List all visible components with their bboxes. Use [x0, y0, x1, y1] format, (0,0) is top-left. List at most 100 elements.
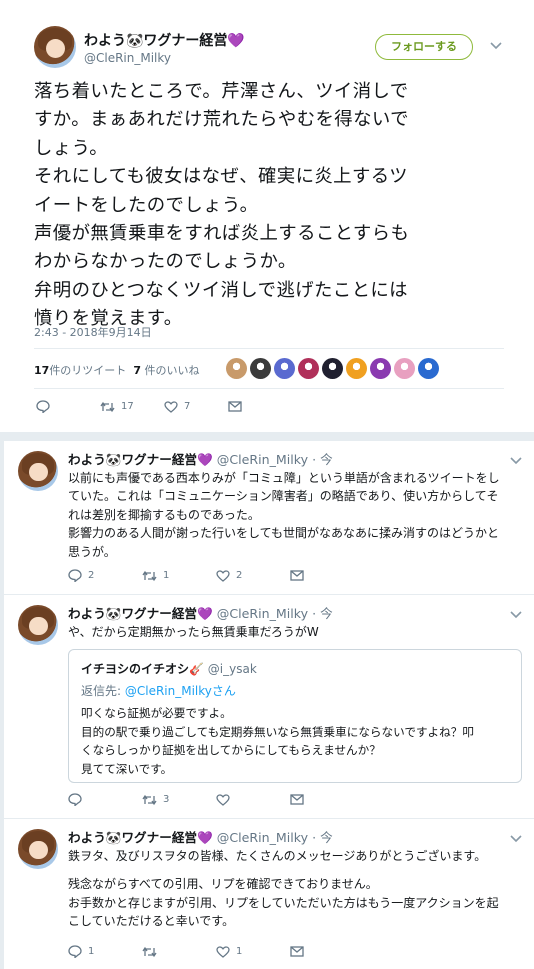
retweet-button[interactable]: 17	[100, 401, 164, 413]
main-tweet: わよう🐼ワグナー経営💜 @CleRin_Milky フォローする 落ち着いたとこ…	[0, 0, 534, 432]
heart-icon	[216, 793, 230, 806]
dm-button[interactable]	[290, 946, 304, 957]
tweet-line: 以前にも声優である西本りみが「コミュ障」という単語が含まれるツイートをし	[68, 471, 500, 485]
chevron-down-icon[interactable]	[490, 40, 502, 53]
liker-avatar[interactable]	[250, 358, 271, 379]
tweet-time[interactable]: · 今	[312, 606, 333, 621]
tweet-line: 弁明のひとつなくツイ消しで逃げたことには	[34, 279, 408, 301]
reply-button[interactable]	[68, 793, 142, 806]
reply-icon	[68, 793, 82, 806]
avatar[interactable]	[18, 451, 58, 491]
quoted-line: 見てて深いです。	[81, 761, 173, 776]
retweet-button[interactable]	[142, 946, 216, 958]
retweet-button[interactable]: 3	[142, 794, 216, 806]
like-count: 2	[236, 570, 243, 581]
retweet-icon	[142, 794, 157, 805]
tweet-header: わよう🐼ワグナー経営💜 @CleRin_Milky · 今	[68, 827, 333, 846]
tweet-text: 鉄ヲタ、及びリスヲタの皆様、たくさんのメッセージありがとうございます。 残念なが…	[68, 847, 528, 931]
chevron-down-icon[interactable]	[510, 609, 522, 622]
reply-tweet[interactable]: わよう🐼ワグナー経営💜 @CleRin_Milky · 今 以前にも声優である西…	[4, 440, 534, 594]
reply-tweet[interactable]: わよう🐼ワグナー経営💜 @CleRin_Milky · 今 や、だから定期無かっ…	[4, 594, 534, 818]
display-name[interactable]: わよう🐼ワグナー経営💜	[68, 606, 213, 621]
retweet-label[interactable]: 件のリツイート	[49, 364, 126, 377]
liker-avatar[interactable]	[370, 358, 391, 379]
like-label[interactable]: 件のいいね	[141, 364, 199, 377]
retweet-count: 3	[163, 794, 170, 805]
user-handle[interactable]: @CleRin_Milky	[84, 51, 171, 65]
tweet-line: れは差別を揶揄するものであった。	[68, 507, 260, 522]
retweet-icon	[100, 401, 115, 412]
avatar[interactable]	[18, 829, 58, 869]
tweet-actions: 17 7	[36, 400, 242, 413]
retweet-icon	[142, 570, 157, 581]
quoted-header: イチヨシのイチオシ🎸 @i_ysak	[81, 660, 257, 677]
liker-avatar[interactable]	[298, 358, 319, 379]
dm-button[interactable]	[290, 794, 304, 805]
heart-icon	[164, 400, 178, 413]
liker-avatar[interactable]	[346, 358, 367, 379]
reply-to-prefix: 返信先:	[81, 684, 125, 698]
tweet-line	[68, 865, 528, 875]
tweet-header: わよう🐼ワグナー経営💜 @CleRin_Milky · 今	[68, 449, 333, 468]
liker-avatar[interactable]	[394, 358, 415, 379]
tweet-actions: 1 1	[68, 945, 304, 958]
dm-button[interactable]	[290, 570, 304, 581]
like-button[interactable]: 2	[216, 569, 290, 582]
user-handle[interactable]: @CleRin_Milky	[217, 606, 308, 621]
like-count: 1	[236, 946, 243, 957]
tweet-line: 声優が無賃乗車をすれば炎上することすらも	[34, 223, 410, 245]
like-button[interactable]	[216, 793, 290, 806]
tweet-line: しょう。	[34, 137, 109, 159]
tweet-line: イートをしたのでしょう。	[34, 194, 259, 216]
chevron-down-icon[interactable]	[510, 455, 522, 468]
reply-button[interactable]	[36, 400, 100, 413]
tweet-line: 鉄ヲタ、及びリスヲタの皆様、たくさんのメッセージありがとうございます。	[68, 849, 487, 863]
display-name[interactable]: わよう🐼ワグナー経営💜	[68, 452, 213, 467]
tweet-time[interactable]: · 今	[312, 830, 333, 845]
divider	[34, 388, 504, 389]
avatar[interactable]	[18, 605, 58, 645]
quoted-reply-to: 返信先: @CleRin_Milkyさん	[81, 682, 236, 699]
reply-to-link[interactable]: @CleRin_Milkyさん	[125, 684, 236, 698]
retweet-count[interactable]: 17	[34, 364, 49, 377]
dm-button[interactable]	[228, 401, 242, 412]
quoted-text: 叩くなら証拠が必要ですよ。 目的の駅で乗り過ごしても定期券無いなら無賃乗車になら…	[81, 704, 474, 778]
quoted-line: くならしっかり証拠を出してからにしてもらえませんか？	[81, 743, 381, 757]
display-name[interactable]: わよう🐼ワグナー経営💜	[68, 830, 213, 845]
retweet-count: 17	[121, 401, 134, 412]
like-count[interactable]: 7	[133, 364, 141, 377]
retweet-button[interactable]: 1	[142, 570, 216, 582]
envelope-icon	[290, 946, 304, 957]
display-name[interactable]: わよう🐼ワグナー経営💜	[84, 30, 245, 50]
reply-icon	[36, 400, 50, 413]
quoted-line: 目的の駅で乗り過ごしても定期券無いなら無賃乗車にならないですよね？叩	[81, 724, 474, 739]
tweet-header: わよう🐼ワグナー経営💜 @CleRin_Milky · 今	[68, 603, 333, 622]
timestamp[interactable]: 2:43 - 2018年9月14日	[34, 324, 152, 340]
like-button[interactable]: 1	[216, 945, 290, 958]
liker-avatar[interactable]	[322, 358, 343, 379]
reply-icon	[68, 569, 82, 582]
reply-button[interactable]: 2	[68, 569, 142, 582]
tweet-line: お手数かと存じますが引用、リプをしていただいた方はもう一度アクションを起	[68, 895, 499, 910]
tweet-line: 思うが。	[68, 544, 116, 559]
tweet-actions: 2 1 2	[68, 569, 304, 582]
heart-icon	[216, 569, 230, 582]
user-handle[interactable]: @CleRin_Milky	[217, 452, 308, 467]
retweet-icon	[142, 946, 157, 957]
avatar[interactable]	[34, 26, 76, 68]
quoted-handle: @i_ysak	[207, 662, 257, 676]
follow-button[interactable]: フォローする	[375, 34, 473, 60]
tweet-line: こしていただけると幸いです。	[68, 914, 235, 929]
like-button[interactable]: 7	[164, 400, 228, 413]
liker-avatar[interactable]	[274, 358, 295, 379]
tweet-time[interactable]: · 今	[312, 452, 333, 467]
user-handle[interactable]: @CleRin_Milky	[217, 830, 308, 845]
liker-avatar[interactable]	[226, 358, 247, 379]
liker-avatars	[226, 358, 439, 379]
reply-button[interactable]: 1	[68, 945, 142, 958]
tweet-line: 残念ながらすべての引用、リプを確認できておりません。	[68, 877, 378, 892]
reply-tweet[interactable]: わよう🐼ワグナー経営💜 @CleRin_Milky · 今 鉄ヲタ、及びリスヲタ…	[4, 818, 534, 969]
liker-avatar[interactable]	[418, 358, 439, 379]
chevron-down-icon[interactable]	[510, 833, 522, 846]
quoted-tweet[interactable]: イチヨシのイチオシ🎸 @i_ysak 返信先: @CleRin_Milkyさん …	[68, 649, 522, 783]
